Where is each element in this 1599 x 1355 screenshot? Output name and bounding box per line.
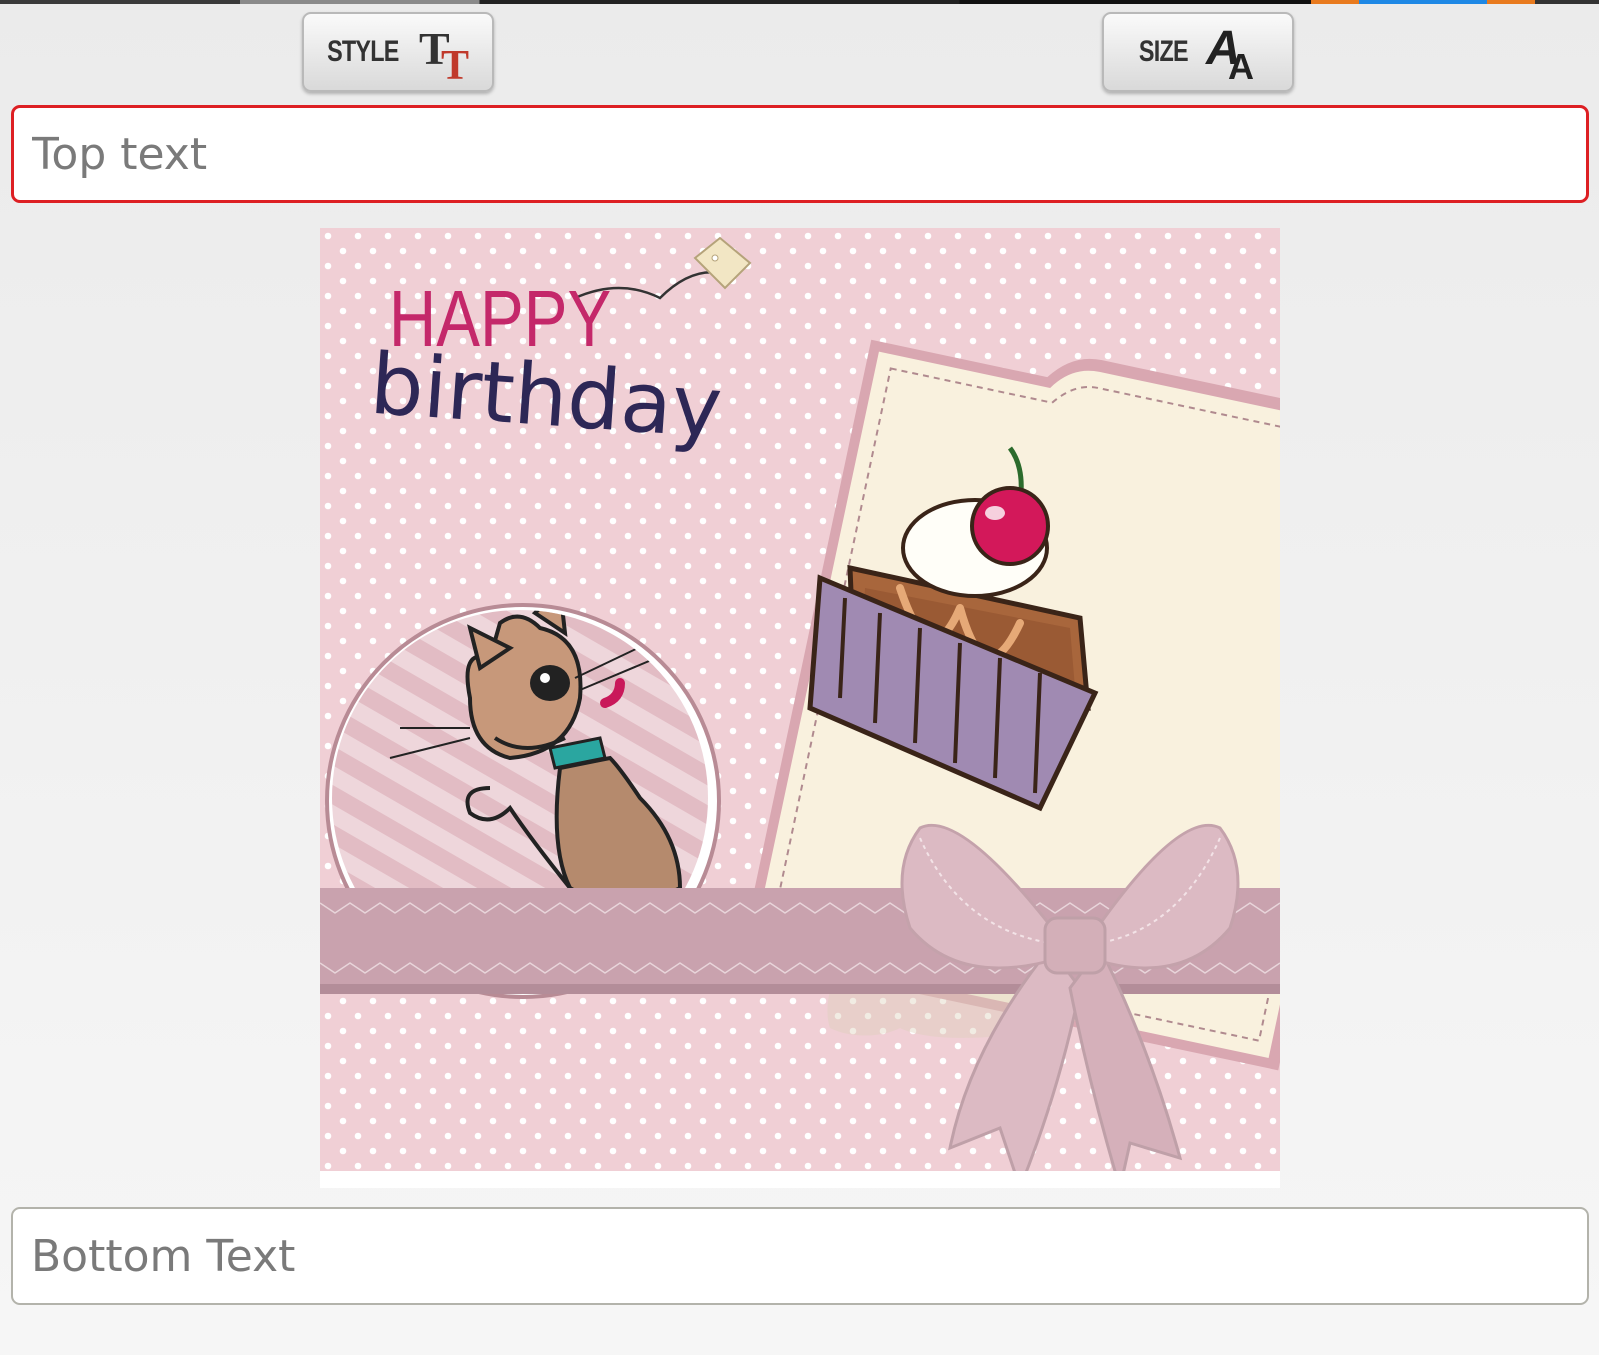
style-button[interactable]: STYLE T T xyxy=(302,12,494,92)
style-button-label: STYLE xyxy=(327,35,399,68)
status-strip xyxy=(0,0,1599,4)
text-style-icon: T T xyxy=(419,23,469,82)
bottom-text-input[interactable] xyxy=(11,1207,1589,1305)
size-button-label: SIZE xyxy=(1138,35,1189,68)
size-button[interactable]: SIZE A A xyxy=(1102,12,1294,92)
top-text-input[interactable] xyxy=(11,105,1589,203)
text-size-icon: A A xyxy=(1205,22,1254,82)
svg-text:T: T xyxy=(441,43,469,82)
svg-text:A: A xyxy=(1228,46,1254,82)
card-artwork: HAPPY birthday xyxy=(319,228,1410,1194)
meme-image-birthday-card[interactable]: HAPPY birthday xyxy=(319,228,1410,1194)
